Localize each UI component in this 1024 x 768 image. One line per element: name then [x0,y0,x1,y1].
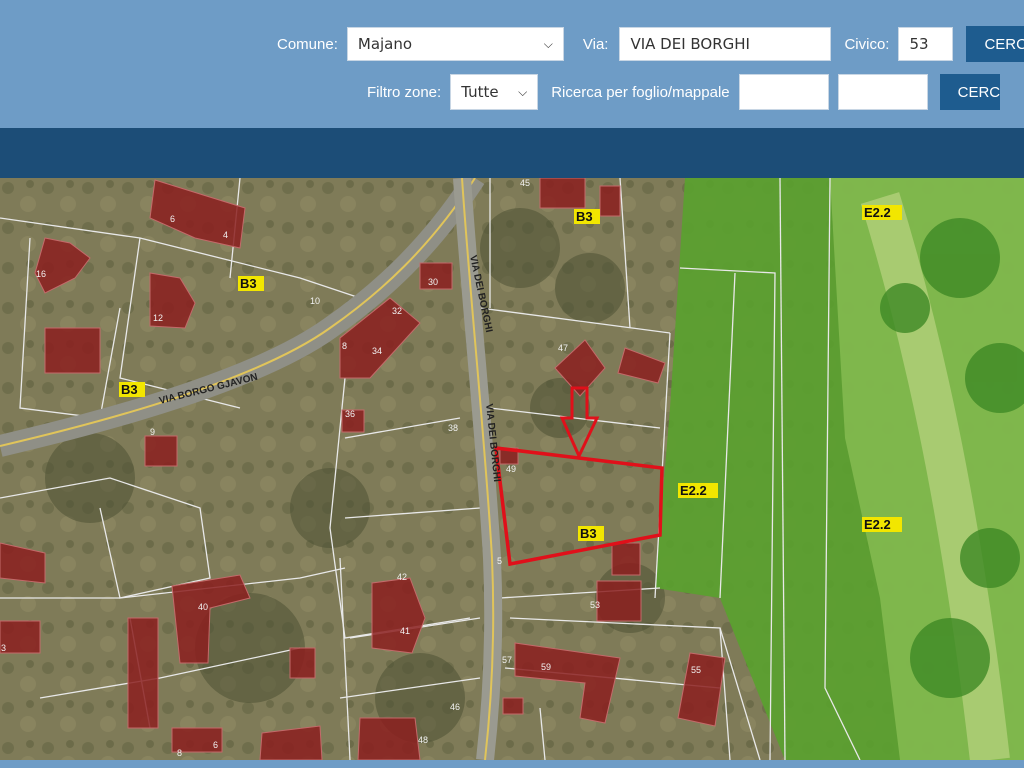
house-number: 4 [223,230,228,240]
mappale-input[interactable] [837,74,928,110]
zone-label: E2.2 [864,205,891,220]
house-number: 9 [150,427,155,437]
house-number: 10 [310,296,320,306]
via-label: Via: [582,35,609,53]
comune-select[interactable]: Majano ⌵ [346,27,564,61]
search-button[interactable]: CERC [966,26,1024,62]
search-button-2[interactable]: CERC [939,74,1000,110]
header-band [0,128,1024,178]
house-number: 59 [541,662,551,672]
filtro-zone-value: Tutte [461,83,499,101]
house-number: 47 [558,343,568,353]
house-number: 5 [497,556,502,566]
foglio-input[interactable] [738,74,829,110]
chevron-down-icon: ⌵ [518,84,528,99]
map-view[interactable]: VIA BORGO GJAVON VIA DEI BORGHI VIA DEI … [0,178,1024,760]
house-number: 55 [691,665,701,675]
house-number: 6 [213,740,218,750]
house-number: 16 [36,269,46,279]
zone-label: B3 [580,526,597,541]
house-number: 12 [153,313,163,323]
ricerca-label: Ricerca per foglio/mappale [551,83,730,101]
filtro-zone-label: Filtro zone: [367,83,442,101]
comune-label: Comune: [277,35,338,53]
zone-label: E2.2 [864,517,891,532]
civico-input[interactable]: 53 [898,27,954,61]
house-number: 8 [177,748,182,758]
comune-value: Majano [357,35,413,53]
house-number: 49 [506,464,516,474]
house-number: 6 [170,214,175,224]
house-number: 8 [342,341,347,351]
house-number: 38 [448,423,458,433]
house-number: 48 [418,735,428,745]
via-input[interactable]: VIA DEI BORGHI [619,27,832,61]
house-number: 46 [450,702,460,712]
house-number: 41 [400,626,410,636]
zone-label: B3 [121,382,138,397]
civico-label: Civico: [844,35,890,53]
house-number: 32 [392,306,402,316]
house-number: 36 [345,409,355,419]
civico-value: 53 [909,35,929,53]
via-value: VIA DEI BORGHI [630,35,750,53]
zone-label: E2.2 [680,483,707,498]
map-canvas[interactable]: VIA BORGO GJAVON VIA DEI BORGHI VIA DEI … [0,178,1024,760]
search-toolbar: Comune: Majano ⌵ Via: VIA DEI BORGHI Civ… [0,0,1024,128]
house-number: 57 [502,655,512,665]
house-number: 30 [428,277,438,287]
filtro-zone-select[interactable]: Tutte ⌵ [450,74,539,110]
bottom-bar [0,760,1024,768]
house-number: 42 [397,572,407,582]
house-number: 3 [1,643,6,653]
house-number: 45 [520,178,530,188]
house-number: 34 [372,346,382,356]
chevron-down-icon: ⌵ [543,36,553,51]
zone-label: B3 [240,276,257,291]
house-number: 53 [590,600,600,610]
house-number: 40 [198,602,208,612]
zone-label: B3 [576,209,593,224]
